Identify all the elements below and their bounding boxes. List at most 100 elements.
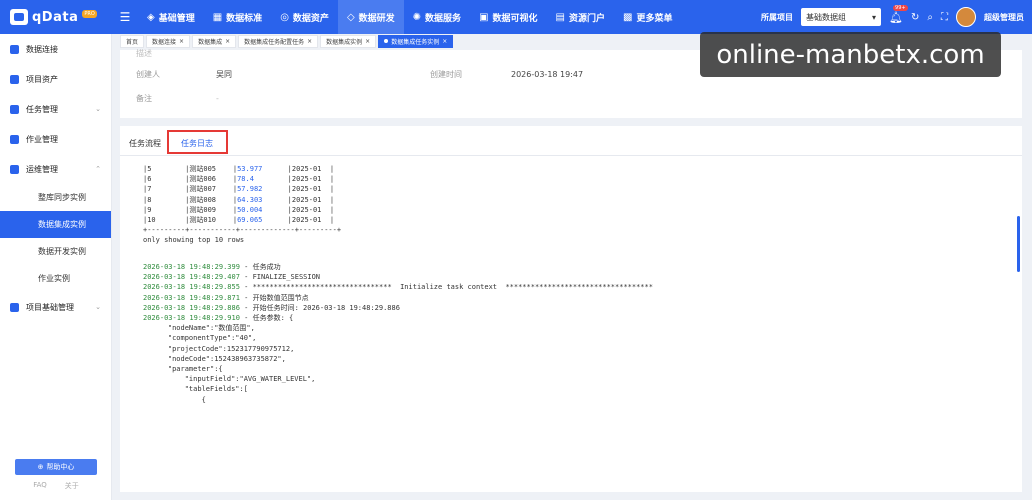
nav-item-more[interactable]: ▩ 更多菜单 [614,0,681,34]
fullscreen-icon[interactable]: ⛶ [941,12,948,23]
chevron-down-icon: ▾ [872,12,877,22]
row-id: |7 [143,185,186,194]
row-month: |2025-01 | [287,185,335,194]
nav-item-standard[interactable]: ▦ 数据标准 [204,0,271,34]
log-timestamp: 2026-03-18 19:48:29.910 [143,313,240,322]
menu-toggle-icon[interactable]: ☰ [112,0,138,34]
close-icon[interactable]: × [225,38,230,45]
param-text: { [151,395,206,404]
nav-label: 数据资产 [292,13,329,24]
log-content[interactable]: |5 |测站005 |53.977 |2025-01 | |6 |测站006 |7… [120,156,1022,492]
main-nav: ◈ 基础管理 ▦ 数据标准 ◎ 数据资产 ◇ 数据研发 ✺ 数据服务 ▣ 数据可视化 ▤ 资源… [138,0,681,34]
log-table-row: |9 |测站009 |50.004 |2025-01 | [143,205,334,215]
sidebar-item-label: 数据连接 [26,44,58,54]
about-link[interactable]: 关于 [65,481,79,491]
log-timestamp: 2026-03-18 19:48:29.399 [143,262,240,271]
code-icon: ◇ [346,11,355,23]
sidebar-sub-integration[interactable]: 数据集成实例 [0,211,111,238]
created-time-label: 创建时间 [430,69,462,79]
row-name: |测站009 [185,205,233,214]
log-timestamp: 2026-03-18 19:48:29.871 [143,293,240,302]
sidebar-sub-full-sync[interactable]: 整库同步实例 [0,184,111,211]
assets-icon [10,74,19,84]
log-table-row: |6 |测站006 |78.4 |2025-01 | [143,174,334,184]
cube-icon: ◈ [147,11,155,23]
project-value: 基础数据组 [806,12,847,22]
tab-task-flow[interactable]: 任务流程 [129,138,161,149]
highlight-box [167,130,228,154]
nav-item-visual[interactable]: ▣ 数据可视化 [470,0,546,34]
sidebar-footer: FAQ 关于 [0,481,112,491]
row-value: 64.303 [237,195,288,204]
nav-label: 数据研发 [358,13,395,24]
remark-value: - [216,93,219,103]
user-name[interactable]: 超级管理员 [984,12,1024,23]
nav-item-assets[interactable]: ◎ 数据资产 [271,0,338,34]
nav-item-basic[interactable]: ◈ 基础管理 [138,0,204,34]
help-icon: ⊕ [37,463,44,471]
sidebar-item-task[interactable]: 任务管理 ⌄ [0,94,111,124]
row-id: |10 [143,216,186,224]
close-icon[interactable]: × [442,38,447,45]
log-entry: 2026-03-18 19:48:29.886 - 开始任务时间: 2026-0… [143,303,400,313]
help-center-button[interactable]: ⊕ 帮助中心 [15,459,97,475]
row-month: |2025-01 | [287,165,335,173]
nav-item-service[interactable]: ✺ 数据服务 [404,0,470,34]
bell-icon[interactable]: 🔔︎ 99+ [889,4,908,24]
log-param-line: "componentType":"40", [151,333,257,343]
log-message: - FINALIZE_SESSION [239,273,321,282]
sidebar-sub-job[interactable]: 作业实例 [0,265,111,292]
info-row-remark: 备注 - [120,91,1022,105]
nav-item-dev[interactable]: ◇ 数据研发 [337,0,404,34]
app-logo[interactable]: qData PRO [0,0,112,34]
close-icon[interactable]: × [179,38,184,45]
sidebar-item-ops[interactable]: 运维管理 ⌃ [0,154,111,184]
sidebar-sub-dev[interactable]: 数据开发实例 [0,238,111,265]
log-table-row: |7 |测站007 |57.982 |2025-01 | [143,184,334,194]
help-label: 帮助中心 [46,463,75,471]
sidebar-item-project-basic[interactable]: 项目基础管理 ⌄ [0,292,111,322]
row-id: |8 [143,195,186,204]
tab-label: 数据连接 [152,38,177,46]
param-text: "nodeName":"数值范围", [151,324,255,333]
faq-link[interactable]: FAQ [33,481,47,491]
tab-label: 数据集成任务实例 [391,38,440,46]
sidebar-item-job[interactable]: 作业管理 [0,124,111,154]
nav-item-portal[interactable]: ▤ 资源门户 [547,0,614,34]
row-value: 53.977 [237,165,288,173]
chart-icon: ▦ [212,11,223,23]
close-icon[interactable]: × [307,38,312,45]
service-icon: ✺ [412,11,422,23]
log-param-line: "tableFields":[ [151,384,248,394]
nav-label: 基础管理 [158,13,195,24]
sidebar-item-connection[interactable]: 数据连接 [0,34,111,64]
log-scrollbar[interactable] [1017,216,1020,272]
log-param-line: "projectCode":152317790975712, [151,344,294,354]
chevron-down-icon: ⌄ [95,303,101,311]
target-icon: ◎ [280,11,289,23]
nav-label: 数据服务 [425,13,462,24]
log-timestamp: 2026-03-18 19:48:29.407 [143,273,240,282]
sidebar-item-label: 任务管理 [26,104,58,114]
tab-label: 数据集成 [198,38,223,46]
portal-icon: ▤ [555,11,565,23]
param-text: "projectCode":152317790975712, [151,344,295,353]
logo-badge: PRO [82,10,97,18]
param-text: "inputField":"AVG_WATER_LEVEL", [151,375,316,384]
log-message: - 开始任务时间: 2026-03-18 19:48:29.886 [239,303,400,312]
active-dot-icon [384,39,389,43]
sidebar-item-project-assets[interactable]: 项目资产 [0,64,111,94]
row-name: |测站008 [185,195,233,204]
refresh-icon[interactable]: ↻ [911,12,919,23]
row-name: |测站007 [185,185,233,194]
table-border: +---------+-----------+-------------+---… [143,226,342,235]
project-select[interactable]: 基础数据组 ▾ [801,8,882,26]
log-param-line: { [151,395,206,405]
search-icon[interactable]: ⌕ [927,12,933,23]
log-table-border: +---------+-----------+-------------+---… [143,225,341,235]
project-label: 所属项目 [761,12,794,22]
close-icon[interactable]: × [365,38,370,45]
header-right: 所属项目 基础数据组 ▾ 🔔︎ 99+ ↻ ⌕ ⛶ 超级管理员 [761,0,1024,34]
log-timestamp: 2026-03-18 19:48:29.855 [143,283,240,292]
avatar[interactable] [956,7,976,27]
